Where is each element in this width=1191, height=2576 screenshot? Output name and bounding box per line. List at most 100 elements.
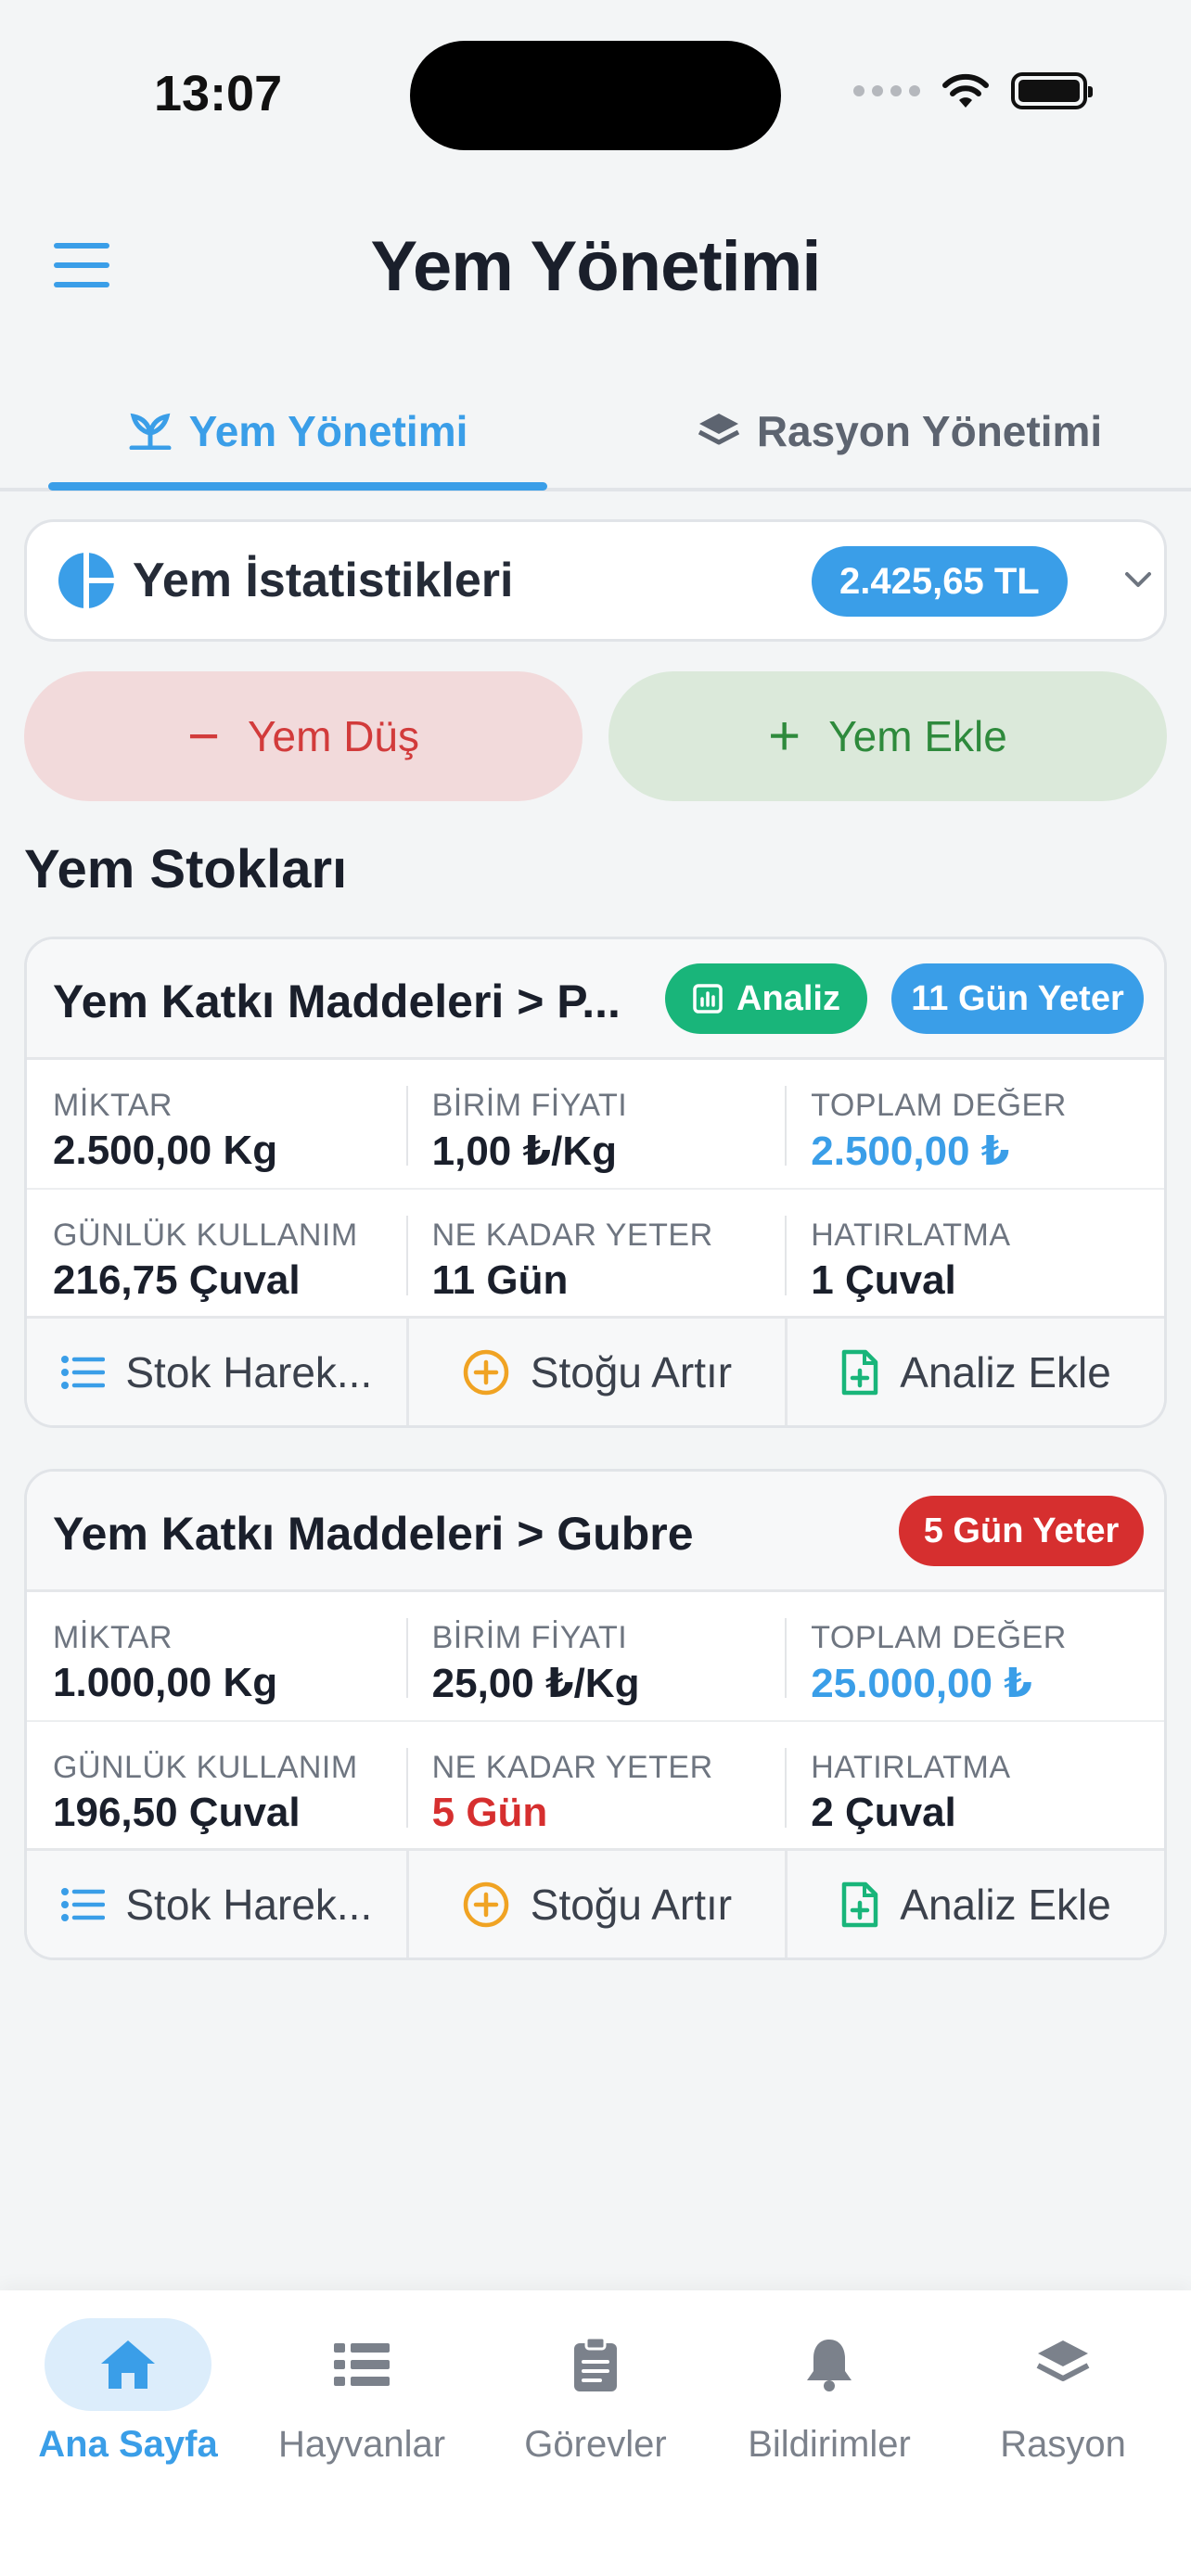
status-bar: 13:07 [0,0,1191,185]
feed-add-button[interactable]: + Yem Ekle [608,671,1167,801]
cell-label: TOPLAM DEĞER [811,1088,1067,1123]
reminder-cell: HATIRLATMA 2 Çuval [785,1722,1164,1852]
section-title: Yem Stokları [24,839,348,899]
status-badge: 11 Gün Yeter [891,963,1144,1034]
cell-value: 11 Gün [431,1257,569,1303]
file-plus-icon [842,1881,878,1927]
cell-label: GÜNLÜK KULLANIM [53,1750,358,1785]
battery-icon [1011,72,1093,109]
plus-circle-icon [463,1881,509,1927]
nav-notifications[interactable]: Bildirimler [712,2318,946,2466]
nav-label: Ana Sayfa [38,2424,218,2465]
home-icon [101,2340,155,2389]
cell-value: 216,75 Çuval [53,1257,301,1303]
analysis-chip[interactable]: Analiz [665,963,867,1034]
stats-title: Yem İstatistikleri [133,554,514,607]
footer-label: Stoğu Artır [530,1347,733,1396]
bottom-nav: Ana Sayfa Hayvanlar Görevler Bildirimler… [0,2290,1191,2576]
tab-ration-management[interactable]: Rasyon Yönetimi [640,371,1159,491]
list-icon [61,1887,106,1921]
stock-movements-button[interactable]: Stok Harek... [27,1851,406,1958]
plus-circle-icon [463,1349,509,1395]
feed-remove-button[interactable]: − Yem Düş [24,671,583,801]
chart-icon [693,984,723,1014]
feed-remove-label: Yem Düş [248,712,419,760]
nav-label: Hayvanlar [277,2424,446,2465]
feed-statistics-card[interactable]: Yem İstatistikleri 2.425,65 TL [24,519,1167,642]
nav-home[interactable]: Ana Sayfa [11,2318,245,2466]
cell-label: MİKTAR [53,1620,173,1655]
cell-label: HATIRLATMA [811,1750,1011,1785]
layers-icon [1036,2340,1090,2381]
minus-icon: − [187,705,221,767]
stock-name: Yem Katkı Maddeleri > Gubre [53,1508,694,1560]
increase-stock-button[interactable]: Stoğu Artır [405,1319,786,1425]
daily-usage-cell: GÜNLÜK KULLANIM 196,50 Çuval [27,1722,406,1852]
signal-icon [853,85,920,96]
analysis-chip-label: Analiz [736,978,840,1018]
feed-add-label: Yem Ekle [828,712,1007,760]
cell-label: BİRİM FİYATI [431,1088,628,1123]
cell-value: 196,50 Çuval [53,1790,301,1835]
page-title: Yem Yönetimi [370,227,821,306]
cell-value: 2 Çuval [811,1790,956,1835]
quantity-cell: MİKTAR 1.000,00 Kg [27,1592,406,1720]
pie-chart-icon [58,553,114,608]
stock-name: Yem Katkı Maddeleri > P... [53,976,621,1027]
stock-card[interactable]: Yem Katkı Maddeleri > P... Analiz 11 Gün… [24,937,1167,1428]
add-analysis-button[interactable]: Analiz Ekle [785,1851,1164,1958]
stock-card-footer: Stok Harek... Stoğu Artır Analiz Ekle [27,1316,1164,1425]
cell-label: BİRİM FİYATI [431,1620,628,1655]
cell-value: 1 Çuval [811,1257,956,1303]
stock-card-header: Yem Katkı Maddeleri > P... Analiz 11 Gün… [27,939,1164,1060]
status-icons [853,72,1093,109]
add-analysis-button[interactable]: Analiz Ekle [785,1319,1164,1425]
increase-stock-button[interactable]: Stoğu Artır [405,1851,786,1958]
clipboard-icon [574,2336,617,2391]
total-value-cell: TOPLAM DEĞER 2.500,00 ₺ [785,1060,1164,1188]
cell-label: NE KADAR YETER [431,1218,713,1253]
stats-total-badge: 2.425,65 TL [812,546,1068,617]
days-left-cell: NE KADAR YETER 5 Gün [405,1722,786,1852]
tab-label: Yem Yönetimi [188,407,468,455]
nav-label: Rasyon [1000,2424,1126,2465]
tab-bar: Yem Yönetimi Rasyon Yönetimi [0,371,1191,491]
cell-value: 25.000,00 ₺ [811,1661,1032,1706]
sprout-icon [129,413,172,450]
tab-feed-management[interactable]: Yem Yönetimi [48,371,547,491]
stock-movements-button[interactable]: Stok Harek... [27,1319,406,1425]
nav-animals[interactable]: Hayvanlar [245,2318,479,2466]
chevron-down-icon[interactable] [1121,563,1155,596]
layers-icon [698,414,739,445]
footer-label: Stok Harek... [125,1880,373,1929]
cell-value: 2.500,00 Kg [53,1128,278,1173]
nav-tasks[interactable]: Görevler [479,2318,712,2466]
stock-card-header: Yem Katkı Maddeleri > Gubre 5 Gün Yeter [27,1472,1164,1592]
tab-indicator [48,482,547,491]
status-badge: 5 Gün Yeter [899,1496,1144,1566]
unit-price-cell: BİRİM FİYATI 25,00 ₺/Kg [405,1592,786,1720]
tab-label: Rasyon Yönetimi [756,407,1103,455]
stock-card[interactable]: Yem Katkı Maddeleri > Gubre 5 Gün Yeter … [24,1469,1167,1960]
cell-value: 5 Gün [431,1790,548,1835]
nav-label: Görevler [524,2424,667,2465]
footer-label: Analiz Ekle [900,1880,1111,1929]
stock-card-footer: Stok Harek... Stoğu Artır Analiz Ekle [27,1848,1164,1958]
cell-label: GÜNLÜK KULLANIM [53,1218,358,1253]
quantity-cell: MİKTAR 2.500,00 Kg [27,1060,406,1188]
total-value-cell: TOPLAM DEĞER 25.000,00 ₺ [785,1592,1164,1720]
plus-icon: + [768,705,801,767]
bell-icon [807,2340,852,2391]
status-time: 13:07 [154,66,283,121]
cell-value: 1.000,00 Kg [53,1660,278,1705]
list-icon [61,1355,106,1389]
unit-price-cell: BİRİM FİYATI 1,00 ₺/Kg [405,1060,786,1188]
cell-label: TOPLAM DEĞER [811,1620,1067,1655]
dynamic-island [410,41,781,150]
cell-value: 2.500,00 ₺ [811,1129,1010,1174]
daily-usage-cell: GÜNLÜK KULLANIM 216,75 Çuval [27,1190,406,1320]
cell-value: 1,00 ₺/Kg [431,1129,617,1174]
reminder-cell: HATIRLATMA 1 Çuval [785,1190,1164,1320]
cell-label: MİKTAR [53,1088,173,1123]
nav-ration[interactable]: Rasyon [946,2318,1180,2466]
